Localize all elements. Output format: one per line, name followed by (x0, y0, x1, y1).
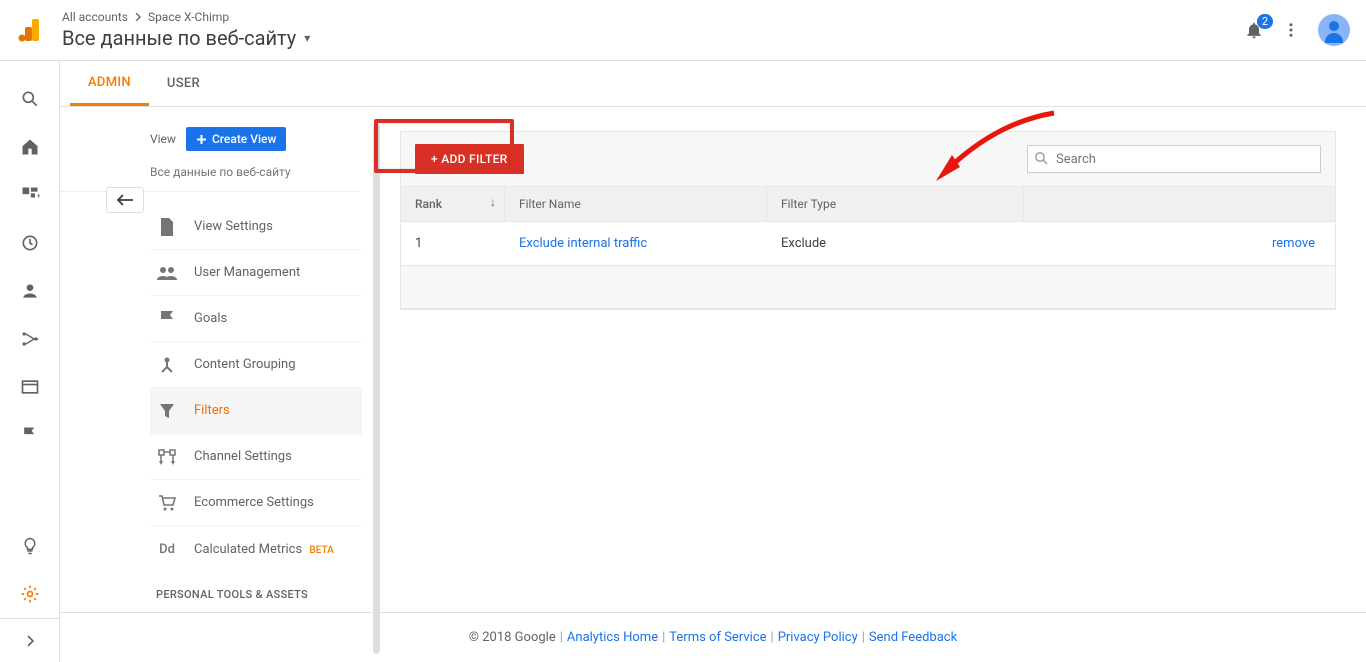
dd-icon: Dd (156, 542, 178, 557)
ga-logo-icon[interactable] (10, 10, 50, 50)
col-filter-name[interactable]: Filter Name (505, 187, 767, 221)
account-avatar[interactable] (1318, 14, 1350, 46)
menu-label: Channel Settings (194, 449, 292, 464)
footer-terms[interactable]: Terms of Service (669, 630, 766, 645)
grouping-icon (156, 356, 178, 374)
clock-icon (20, 233, 40, 253)
menu-view-settings[interactable]: View Settings (150, 204, 362, 250)
remove-link[interactable]: remove (1272, 236, 1315, 251)
col-action (1024, 187, 1335, 221)
behavior-icon (20, 377, 40, 397)
scrollbar[interactable] (373, 123, 380, 654)
menu-label: Ecommerce Settings (194, 495, 314, 510)
footer-analytics-home[interactable]: Analytics Home (567, 630, 658, 645)
lightbulb-icon (20, 536, 40, 556)
footer-copyright: © 2018 Google (469, 630, 556, 645)
gear-icon (20, 584, 40, 604)
add-filter-button[interactable]: + ADD FILTER (415, 144, 524, 174)
menu-label: Filters (194, 403, 230, 418)
left-nav-rail: + (0, 61, 60, 662)
rail-behavior[interactable] (0, 363, 60, 411)
rail-admin[interactable] (0, 570, 60, 618)
caret-down-icon: ▾ (304, 31, 310, 45)
menu-filters[interactable]: Filters (150, 388, 362, 434)
sort-icon: ↓ (490, 195, 496, 209)
back-button[interactable] (106, 187, 144, 213)
cell-rank: 1 (401, 222, 505, 265)
menu-label: Calculated Metrics BETA (194, 542, 334, 557)
menu-ecommerce-settings[interactable]: Ecommerce Settings (150, 480, 362, 526)
notif-badge: 2 (1257, 14, 1273, 29)
top-header: All accounts Space X-Chimp Все данные по… (0, 0, 1366, 61)
filter-name-link[interactable]: Exclude internal traffic (519, 236, 647, 251)
search-icon (20, 89, 40, 109)
table-row: 1 Exclude internal traffic Exclude remov… (401, 221, 1335, 265)
col-rank[interactable]: Rank↓ (401, 187, 505, 221)
filter-search-input[interactable] (1027, 145, 1321, 173)
property-title-text: Все данные по веб-сайту (62, 26, 296, 50)
footer-privacy[interactable]: Privacy Policy (778, 630, 858, 645)
notifications-button[interactable]: 2 (1244, 20, 1264, 40)
flag-icon (156, 310, 178, 328)
view-subtitle: Все данные по веб-сайту (60, 151, 360, 192)
menu-label: Content Grouping (194, 357, 296, 372)
breadcrumb-root: All accounts (62, 10, 128, 24)
cart-icon (156, 495, 178, 511)
rail-acquisition[interactable] (0, 315, 60, 363)
back-arrow-icon (116, 194, 134, 206)
cell-type: Exclude (767, 222, 1024, 265)
plus-icon (196, 134, 207, 145)
menu-channel-settings[interactable]: Channel Settings (150, 434, 362, 480)
menu-label: User Management (194, 265, 300, 280)
create-view-label: Create View (212, 132, 276, 146)
tab-admin[interactable]: ADMIN (70, 61, 149, 106)
chevron-right-icon (24, 635, 36, 647)
page-footer: © 2018 Google | Analytics Home | Terms o… (60, 612, 1366, 662)
menu-content-grouping[interactable]: Content Grouping (150, 342, 362, 388)
breadcrumb-leaf: Space X-Chimp (148, 10, 229, 24)
table-footer-spacer (401, 265, 1335, 309)
filters-table-card: + ADD FILTER Rank↓ Filter Name Filter Ty… (400, 131, 1336, 310)
rail-collapse[interactable] (0, 618, 59, 662)
funnel-icon (156, 403, 178, 419)
menu-user-management[interactable]: User Management (150, 250, 362, 296)
menu-calculated-metrics[interactable]: Dd Calculated Metrics BETA (150, 526, 362, 572)
breadcrumb[interactable]: All accounts Space X-Chimp (62, 10, 1244, 24)
property-selector[interactable]: Все данные по веб-сайту ▾ (62, 26, 1244, 50)
channel-icon (156, 449, 178, 465)
svg-text:+: + (36, 191, 39, 200)
rail-discover[interactable] (0, 522, 60, 570)
rail-search[interactable] (0, 75, 60, 123)
section-personal-tools: PERSONAL TOOLS & ASSETS (60, 572, 380, 607)
view-label: View (150, 132, 176, 146)
home-icon (20, 137, 40, 157)
rail-conversions[interactable] (0, 411, 60, 459)
admin-tabs: ADMIN USER (60, 61, 1366, 107)
table-header: Rank↓ Filter Name Filter Type (401, 186, 1335, 221)
col-filter-type[interactable]: Filter Type (767, 187, 1024, 221)
rail-audience[interactable] (0, 267, 60, 315)
people-icon (156, 266, 178, 280)
filters-content: + ADD FILTER Rank↓ Filter Name Filter Ty… (380, 107, 1366, 662)
footer-feedback[interactable]: Send Feedback (869, 630, 957, 645)
menu-goals[interactable]: Goals (150, 296, 362, 342)
page-icon (156, 218, 178, 236)
menu-label: View Settings (194, 219, 273, 234)
search-icon (1034, 151, 1048, 165)
dashboard-icon: + (20, 185, 40, 205)
menu-label: Goals (194, 311, 227, 326)
rail-customization[interactable]: + (0, 171, 60, 219)
tab-user[interactable]: USER (149, 61, 218, 106)
person-icon (20, 281, 40, 301)
acquisition-icon (19, 329, 41, 349)
flag-icon (20, 425, 40, 445)
more-menu-button[interactable] (1282, 21, 1300, 39)
more-vert-icon (1282, 21, 1300, 39)
create-view-button[interactable]: Create View (186, 127, 286, 151)
rail-home[interactable] (0, 123, 60, 171)
rail-realtime[interactable] (0, 219, 60, 267)
view-settings-sidebar: View Create View Все данные по веб-сайту… (60, 107, 380, 662)
chevron-right-icon (134, 13, 142, 21)
